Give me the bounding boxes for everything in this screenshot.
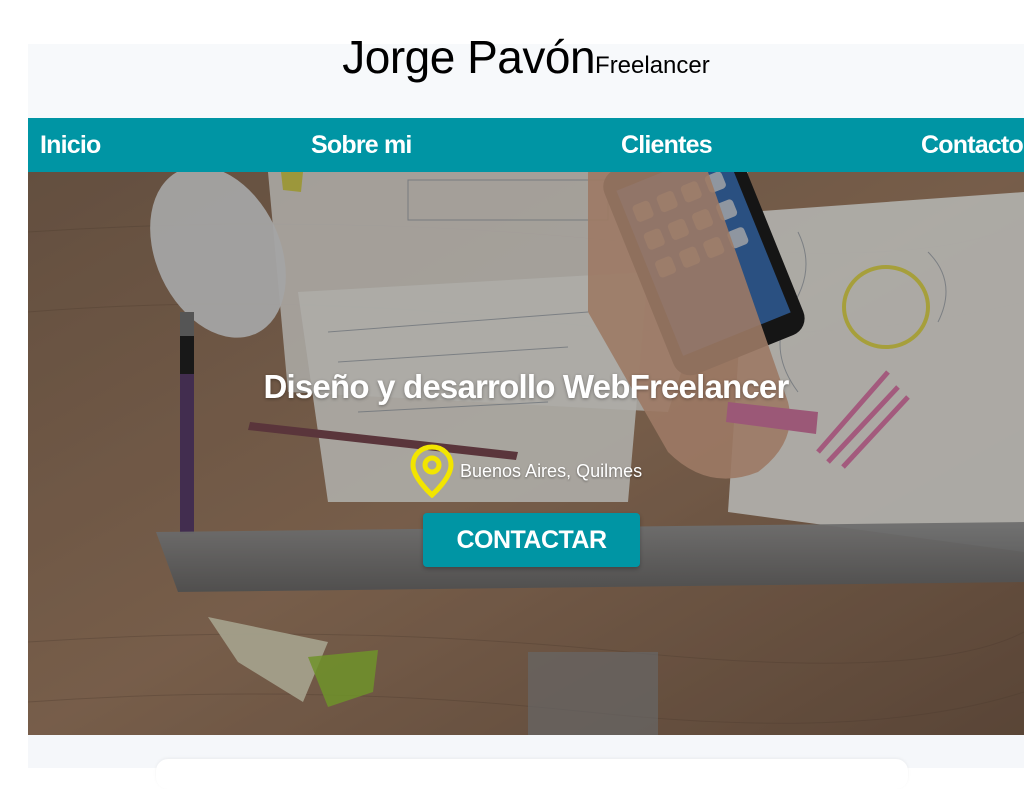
nav-item-clientes[interactable]: Clientes xyxy=(621,131,713,160)
site-name: Jorge Pavón xyxy=(342,31,596,83)
location-text: Buenos Aires, Quilmes xyxy=(460,460,643,481)
content-card xyxy=(156,759,908,789)
hero-section: Diseño y desarrollo WebFreelancer Buenos… xyxy=(28,172,1024,735)
content-section xyxy=(28,735,1024,789)
hero-title: Diseño y desarrollo WebFreelancer xyxy=(263,368,789,405)
nav-item-inicio[interactable]: Inicio xyxy=(40,131,101,160)
site-header: Jorge PavónFreelancer xyxy=(28,30,1024,84)
location: Buenos Aires, Quilmes xyxy=(408,444,642,498)
main-nav: Inicio Sobre mi Clientes Contacto xyxy=(28,118,1024,172)
page: Jorge PavónFreelancer Inicio Sobre mi Cl… xyxy=(28,0,1024,789)
contactar-button[interactable]: CONTACTAR xyxy=(423,513,640,567)
location-pin-icon xyxy=(410,444,454,498)
nav-item-contacto[interactable]: Contacto xyxy=(921,131,1024,160)
nav-item-sobre-mi[interactable]: Sobre mi xyxy=(311,131,412,160)
site-role: Freelancer xyxy=(595,52,710,79)
